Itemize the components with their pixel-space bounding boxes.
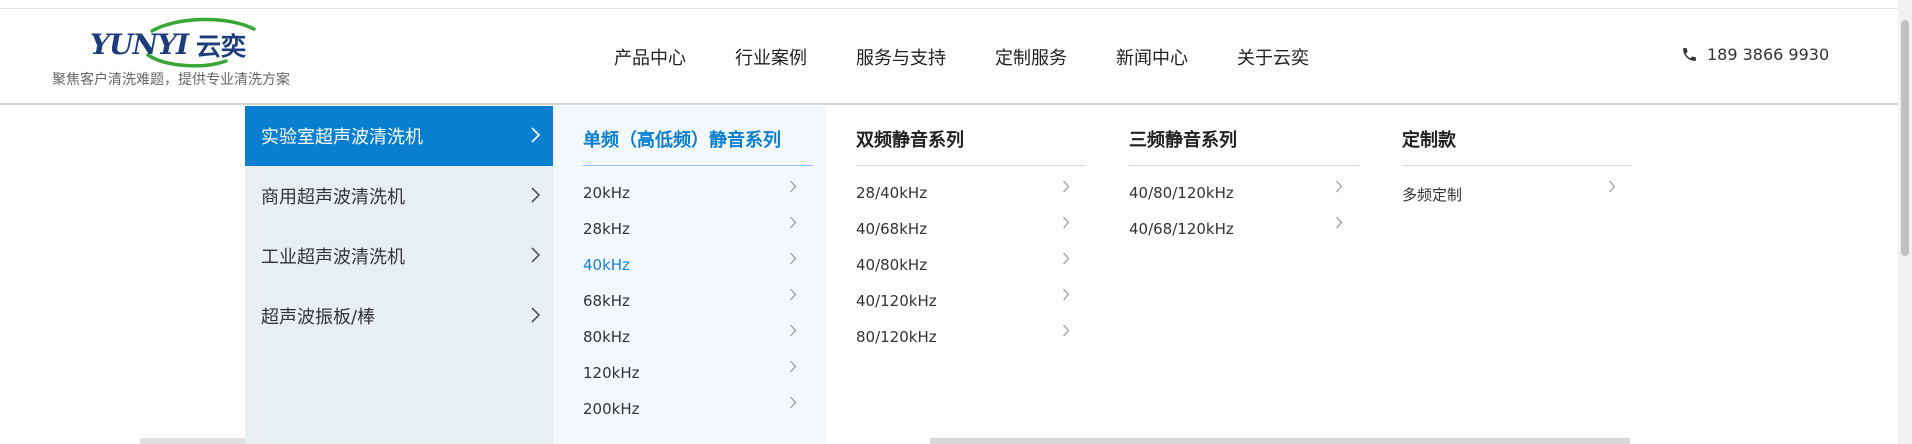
submenu-item-label: 40/80/120kHz bbox=[1129, 184, 1234, 202]
submenu-item-label: 40/120kHz bbox=[856, 292, 937, 310]
chevron-right-icon bbox=[531, 307, 541, 323]
nav-news[interactable]: 新闻中心 bbox=[1116, 44, 1188, 70]
submenu-item-label: 40/80kHz bbox=[856, 256, 928, 274]
top-border bbox=[0, 0, 1898, 9]
column-title[interactable]: 三频静音系列 bbox=[1129, 126, 1359, 166]
phone-icon bbox=[1683, 48, 1696, 61]
submenu-list: 28/40kHz 40/68kHz 40/80kHz 40/120kHz 80/120k… bbox=[856, 180, 1086, 362]
chevron-right-icon bbox=[790, 288, 797, 301]
chevron-right-icon bbox=[1063, 324, 1070, 337]
site-header: YUNYI 云奕 聚焦客户清洗难题，提供专业清洗方案 产品中心 行业案例 服务与… bbox=[0, 9, 1898, 105]
column-title[interactable]: 双频静音系列 bbox=[856, 126, 1086, 166]
chevron-right-icon bbox=[1063, 180, 1070, 193]
submenu-item-label: 40/68kHz bbox=[856, 220, 928, 238]
submenu-item[interactable]: 40/68/120kHz bbox=[1129, 216, 1359, 254]
chevron-right-icon bbox=[1336, 180, 1343, 193]
submenu-item[interactable]: 20kHz bbox=[583, 180, 813, 218]
main-nav: 产品中心 行业案例 服务与支持 定制服务 新闻中心 关于云奕 bbox=[614, 9, 1358, 105]
page-scrollbar[interactable] bbox=[1898, 0, 1912, 444]
submenu-item[interactable]: 28kHz bbox=[583, 216, 813, 254]
category-commercial-cleaner[interactable]: 商用超声波清洗机 bbox=[245, 166, 553, 226]
category-industrial-cleaner[interactable]: 工业超声波清洗机 bbox=[245, 226, 553, 286]
submenu-item[interactable]: 200kHz bbox=[583, 396, 813, 434]
chevron-right-icon bbox=[1336, 216, 1343, 229]
submenu-item-label: 120kHz bbox=[583, 364, 640, 382]
brand-logo[interactable]: YUNYI 云奕 bbox=[86, 15, 266, 75]
phone-number: 189 3866 9930 bbox=[1707, 45, 1830, 64]
brand-slogan: 聚焦客户清洗难题，提供专业清洗方案 bbox=[52, 72, 290, 88]
submenu-item-label: 40kHz bbox=[583, 256, 630, 274]
chevron-right-icon bbox=[790, 396, 797, 409]
chevron-right-icon bbox=[1063, 216, 1070, 229]
chevron-right-icon bbox=[1063, 252, 1070, 265]
category-label: 超声波振板/棒 bbox=[261, 307, 376, 328]
chevron-right-icon bbox=[531, 127, 541, 143]
submenu-item[interactable]: 40/68kHz bbox=[856, 216, 1086, 254]
nav-custom-service[interactable]: 定制服务 bbox=[995, 44, 1067, 70]
submenu-item[interactable]: 80kHz bbox=[583, 324, 813, 362]
submenu-list: 多频定制 bbox=[1402, 180, 1632, 218]
submenu-item[interactable]: 120kHz bbox=[583, 360, 813, 398]
chevron-right-icon bbox=[790, 252, 797, 265]
submenu-item-label: 40/68/120kHz bbox=[1129, 220, 1234, 238]
chevron-right-icon bbox=[790, 216, 797, 229]
submenu-item-label: 80kHz bbox=[583, 328, 630, 346]
page-content-hint bbox=[140, 438, 245, 444]
chevron-right-icon bbox=[790, 360, 797, 373]
nav-cases[interactable]: 行业案例 bbox=[735, 44, 807, 70]
submenu-item-label: 多频定制 bbox=[1402, 186, 1463, 204]
submenu-item[interactable]: 80/120kHz bbox=[856, 324, 1086, 362]
svg-text:YUNYI: YUNYI bbox=[90, 28, 190, 61]
submenu-item[interactable]: 40/80kHz bbox=[856, 252, 1086, 290]
submenu-item-label: 20kHz bbox=[583, 184, 630, 202]
submenu-item-label: 80/120kHz bbox=[856, 328, 937, 346]
page-content-hint bbox=[930, 438, 1630, 444]
submenu-column-custom: 定制款 多频定制 bbox=[1372, 106, 1645, 444]
category-lab-cleaner[interactable]: 实验室超声波清洗机 bbox=[245, 106, 553, 166]
chevron-right-icon bbox=[790, 324, 797, 337]
submenu-item-label: 28kHz bbox=[583, 220, 630, 238]
category-transducer-plate[interactable]: 超声波振板/棒 bbox=[245, 286, 553, 346]
submenu-column-single-frequency: 单频（高低频）静音系列 20kHz 28kHz 40kHz 68kHz 80kHz 120… bbox=[553, 106, 826, 444]
submenu-list: 40/80/120kHz 40/68/120kHz bbox=[1129, 180, 1359, 254]
category-menu: 实验室超声波清洗机 商用超声波清洗机 工业超声波清洗机 超声波振板/棒 bbox=[245, 106, 553, 444]
submenu-column-triple-frequency: 三频静音系列 40/80/120kHz 40/68/120kHz bbox=[1099, 106, 1372, 444]
column-title[interactable]: 单频（高低频）静音系列 bbox=[583, 126, 813, 166]
nav-about[interactable]: 关于云奕 bbox=[1237, 44, 1309, 70]
svg-text:云奕: 云奕 bbox=[196, 32, 246, 61]
submenu-item[interactable]: 40/120kHz bbox=[856, 288, 1086, 326]
chevron-right-icon bbox=[790, 180, 797, 193]
column-title[interactable]: 定制款 bbox=[1402, 126, 1632, 166]
submenu-item-label: 68kHz bbox=[583, 292, 630, 310]
submenu-item-label: 28/40kHz bbox=[856, 184, 928, 202]
nav-products[interactable]: 产品中心 bbox=[614, 44, 686, 70]
chevron-right-icon bbox=[1609, 180, 1616, 193]
submenu-list: 20kHz 28kHz 40kHz 68kHz 80kHz 120kHz 200kHz bbox=[583, 180, 813, 434]
nav-service-support[interactable]: 服务与支持 bbox=[856, 44, 946, 70]
chevron-right-icon bbox=[531, 187, 541, 203]
phone-contact[interactable]: 189 3866 9930 bbox=[1681, 45, 1829, 64]
submenu-item[interactable]: 28/40kHz bbox=[856, 180, 1086, 218]
scrollbar-thumb[interactable] bbox=[1901, 20, 1909, 256]
submenu-column-dual-frequency: 双频静音系列 28/40kHz 40/68kHz 40/80kHz 40/120kHz… bbox=[826, 106, 1099, 444]
category-label: 工业超声波清洗机 bbox=[261, 247, 405, 268]
chevron-right-icon bbox=[1063, 288, 1070, 301]
submenu-item[interactable]: 68kHz bbox=[583, 288, 813, 326]
category-label: 实验室超声波清洗机 bbox=[261, 127, 423, 148]
submenu-item[interactable]: 40/80/120kHz bbox=[1129, 180, 1359, 218]
chevron-right-icon bbox=[531, 247, 541, 263]
submenu-item-label: 200kHz bbox=[583, 400, 640, 418]
product-mega-menu: 实验室超声波清洗机 商用超声波清洗机 工业超声波清洗机 超声波振板/棒 单频（高… bbox=[245, 106, 1655, 444]
category-label: 商用超声波清洗机 bbox=[261, 187, 405, 208]
submenu-item[interactable]: 多频定制 bbox=[1402, 180, 1632, 218]
submenu-item[interactable]: 40kHz bbox=[583, 252, 813, 290]
